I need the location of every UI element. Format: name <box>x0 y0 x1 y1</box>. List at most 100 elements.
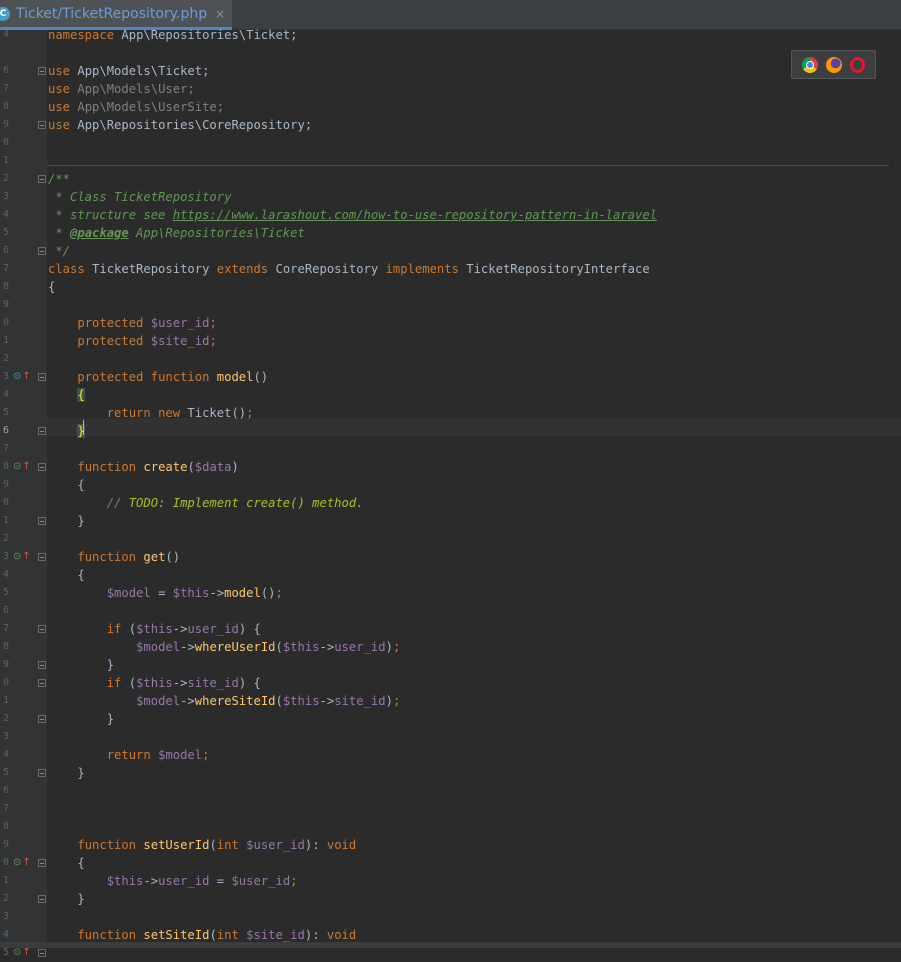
fold-toggle-icon[interactable] <box>38 661 46 669</box>
code-line[interactable]: } <box>48 422 85 440</box>
firefox-icon[interactable] <box>826 56 842 73</box>
fold-toggle-icon[interactable] <box>38 463 46 471</box>
code-token: () <box>253 370 269 384</box>
code-line[interactable]: if ($this->user_id) { <box>48 620 261 638</box>
code-line[interactable]: } <box>48 512 84 530</box>
code-line[interactable]: protected function model() <box>48 368 268 386</box>
code-line[interactable]: function create($data) <box>48 458 238 476</box>
fold-toggle-icon[interactable] <box>38 175 46 183</box>
code-token: ( <box>209 838 217 852</box>
code-editor[interactable]: namespace App\Repositories\Ticket; use Ap… <box>47 28 901 948</box>
code-line[interactable]: // TODO: Implement create() method. <box>48 494 364 512</box>
fold-toggle-icon[interactable] <box>38 895 46 903</box>
code-line[interactable]: { <box>48 476 84 494</box>
close-icon[interactable]: × <box>215 7 225 21</box>
fold-toggle-icon[interactable] <box>38 247 46 255</box>
code-line[interactable]: if ($this->site_id) { <box>48 674 261 692</box>
code-token: whereSiteId <box>194 694 276 708</box>
code-line[interactable]: function get() <box>48 548 180 566</box>
code-token: App\Models\Ticket; <box>77 64 210 78</box>
chrome-icon[interactable] <box>802 56 818 73</box>
code-line[interactable]: $this->user_id = $user_id; <box>48 872 298 890</box>
code-token: $site_id <box>246 928 305 942</box>
code-line[interactable]: */ <box>48 242 70 260</box>
code-line[interactable]: $model->whereSiteId($this->site_id); <box>48 692 400 710</box>
fold-toggle-icon[interactable] <box>38 859 46 867</box>
code-token: model <box>224 586 261 600</box>
code-line[interactable]: $model = $this->model(); <box>48 584 283 602</box>
fold-toggle-icon[interactable] <box>38 679 46 687</box>
code-token: void <box>326 928 357 942</box>
code-token: $site_id <box>150 334 210 348</box>
code-token: ): <box>304 928 327 942</box>
code-token: ) { <box>238 676 261 690</box>
fold-toggle-icon[interactable] <box>38 67 46 75</box>
code-token: () <box>165 550 181 564</box>
code-line[interactable]: /** <box>48 170 70 188</box>
code-line[interactable]: class TicketRepository extends CoreRepos… <box>48 260 650 278</box>
code-line[interactable]: { <box>48 854 84 872</box>
code-token: int <box>216 928 239 942</box>
code-token: -> <box>180 640 195 654</box>
override-marker-icon[interactable]: ⊙↑ <box>13 948 31 958</box>
override-marker-icon[interactable]: ⊙↑ <box>13 372 31 382</box>
code-token: @package <box>70 226 129 240</box>
code-token: $this <box>282 694 320 708</box>
fold-toggle-icon[interactable] <box>38 715 46 723</box>
code-token: int <box>216 838 239 852</box>
code-token: ; <box>392 694 401 708</box>
code-token: TicketRepositoryInterface <box>458 262 650 276</box>
code-line[interactable]: $model->whereUserId($this->user_id); <box>48 638 400 656</box>
up-arrow-icon: ↑ <box>22 551 31 562</box>
horizontal-scrollbar[interactable] <box>0 942 901 948</box>
line-number: 0 <box>2 677 9 688</box>
fold-toggle-icon[interactable] <box>38 517 46 525</box>
code-line[interactable]: * @package App\Repositories\Ticket <box>48 224 305 242</box>
fold-toggle-icon[interactable] <box>38 121 46 129</box>
code-token: * structure see <box>48 208 173 222</box>
fold-toggle-icon[interactable] <box>38 625 46 633</box>
code-line[interactable]: namespace App\Repositories\Ticket; <box>48 26 298 44</box>
code-line[interactable]: return new Ticket(); <box>48 404 254 422</box>
fold-toggle-icon[interactable] <box>38 769 46 777</box>
fold-toggle-icon[interactable] <box>38 949 46 957</box>
code-line[interactable]: use App\Models\User; <box>48 80 195 98</box>
code-token: $model <box>106 586 151 600</box>
code-line[interactable]: use App\Models\UserSite; <box>48 98 224 116</box>
line-number: 8 <box>2 461 9 472</box>
line-number: 6 <box>2 605 9 616</box>
code-token: // <box>106 496 129 510</box>
code-line[interactable]: use App\Models\Ticket; <box>48 62 209 80</box>
code-token: function <box>77 928 137 942</box>
fold-toggle-icon[interactable] <box>38 373 46 381</box>
code-line[interactable]: } <box>48 656 114 674</box>
code-line[interactable]: } <box>48 710 114 728</box>
code-line[interactable]: { <box>48 566 84 584</box>
code-token: } <box>48 766 85 780</box>
code-line[interactable]: protected $user_id; <box>48 314 216 332</box>
fold-toggle-icon[interactable] <box>38 553 46 561</box>
code-line[interactable]: { <box>48 386 85 404</box>
fold-toggle-icon[interactable] <box>38 427 46 435</box>
code-line[interactable]: protected $site_id; <box>48 332 216 350</box>
code-token: } <box>48 658 115 672</box>
override-marker-icon[interactable]: ⊙↑ <box>13 552 31 562</box>
code-token: if <box>106 622 122 636</box>
code-line[interactable]: function setUserId(int $user_id): void <box>48 836 356 854</box>
browser-preview-bar <box>791 50 876 79</box>
override-marker-icon[interactable]: ⊙↑ <box>13 858 31 868</box>
code-line[interactable]: use App\Repositories\CoreRepository; <box>48 116 312 134</box>
code-line[interactable]: return $model; <box>48 746 210 764</box>
code-line[interactable]: * structure see https://www.larashout.co… <box>48 206 657 224</box>
code-line[interactable]: } <box>48 890 84 908</box>
override-marker-icon[interactable]: ⊙↑ <box>13 462 31 472</box>
code-line[interactable]: { <box>48 278 55 296</box>
code-line[interactable]: * Class TicketRepository <box>48 188 231 206</box>
code-token: ( <box>275 694 283 708</box>
opera-icon[interactable] <box>850 56 865 73</box>
code-line[interactable]: } <box>48 764 85 782</box>
